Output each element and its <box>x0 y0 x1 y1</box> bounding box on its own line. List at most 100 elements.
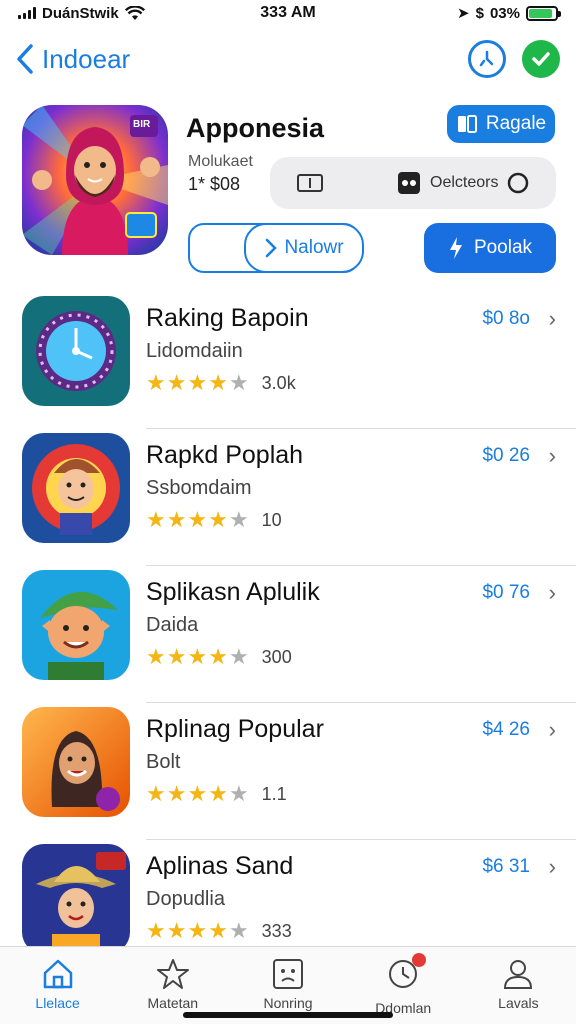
app-subtitle: Bolt <box>146 751 181 773</box>
boy-app-art <box>22 433 130 543</box>
wifi-icon <box>124 5 145 20</box>
star-icon: ★ <box>208 370 228 395</box>
app-icon <box>22 844 130 954</box>
star-icon: ★ <box>208 644 228 669</box>
status-bar: DuánStwik 333 AM ➤ $ 03% <box>0 0 576 26</box>
segment-collectors-label: Oelcteors <box>430 174 499 191</box>
back-button[interactable]: Indoear <box>16 44 130 75</box>
app-list: Raking Bapoin Lidomdaiin ★ ★ ★ ★ ★ 3.0k $0 8o… <box>0 292 576 977</box>
star-icon: ★ <box>146 644 166 669</box>
app-name: Splikasn Aplulik <box>146 578 320 606</box>
star-icon: ★ <box>228 781 249 806</box>
star-icon <box>156 959 189 989</box>
segment-collectors-option[interactable]: Oelcteors <box>396 170 530 196</box>
featured-meta: Molukaet 1* $08 <box>188 151 253 195</box>
dollar-icon: $ <box>475 4 484 22</box>
list-item[interactable]: Rapkd Poplah Ssbomdaim ★ ★ ★ ★ ★ 10 $0 26 › <box>0 429 576 566</box>
star-icon: ★ <box>146 918 166 943</box>
back-label: Indoear <box>42 43 131 74</box>
list-item[interactable]: Raking Bapoin Lidomdaiin ★ ★ ★ ★ ★ 3.0k $0 8o… <box>0 292 576 429</box>
clock-app-art <box>22 296 130 406</box>
rating-count: 10 <box>261 509 282 530</box>
clock-button[interactable] <box>468 40 506 78</box>
home-icon <box>43 959 72 989</box>
screen-icon <box>297 174 323 192</box>
tab-label: Lavals <box>498 995 539 1011</box>
app-price: $6 31 <box>482 856 530 877</box>
rating-stars: ★ ★ ★ ★ ★ 1.1 <box>146 783 287 805</box>
girl-app-art <box>22 707 130 817</box>
tab-home[interactable]: Llelace <box>0 947 115 1024</box>
chevron-right-icon: › <box>548 854 556 879</box>
star-icon: ★ <box>166 918 187 943</box>
star-icon: ★ <box>146 781 166 806</box>
rating-stars: ★ ★ ★ ★ ★ 3.0k <box>146 372 296 394</box>
segment-screen-option[interactable] <box>296 172 324 194</box>
star-icon: ★ <box>187 918 208 943</box>
lightning-icon <box>449 237 462 259</box>
app-icon <box>22 296 130 406</box>
document-icon <box>457 115 477 133</box>
home-indicator <box>183 1012 393 1018</box>
app-price: $4 26 <box>482 719 530 740</box>
featured-title: Apponesia <box>186 113 325 143</box>
app-name: Rapkd Poplah <box>146 441 304 469</box>
star-icon: ★ <box>166 644 187 669</box>
app-name: Aplinas Sand <box>146 852 294 880</box>
star-icon: ★ <box>146 507 166 532</box>
navigation-bar: Indoear <box>0 36 576 82</box>
app-subtitle: Daida <box>146 614 199 636</box>
list-item[interactable]: Splikasn Aplulik Daida ★ ★ ★ ★ ★ 300 $0 76 › <box>0 566 576 703</box>
featured-top-button[interactable]: Ragale <box>447 105 555 143</box>
star-icon: ★ <box>208 507 228 532</box>
hat-girl-app-art <box>22 844 130 954</box>
featured-app-icon[interactable]: BIR <box>22 105 168 255</box>
featured-app: BIR Apponesia Ragale Molukaet 1* $08 Oel… <box>0 105 576 285</box>
chevron-right-icon: › <box>548 306 556 331</box>
outline-button-frame[interactable]: Nalowr <box>188 223 364 273</box>
outline-button[interactable]: Nalowr <box>244 223 364 273</box>
list-item[interactable]: Rplinag Popular Bolt ★ ★ ★ ★ ★ 1.1 $4 26 › <box>0 703 576 840</box>
tab-label: Nonring <box>263 995 313 1011</box>
status-right: ➤ $ 03% <box>457 4 561 22</box>
app-price: $0 26 <box>482 445 530 466</box>
star-icon: ★ <box>187 370 208 395</box>
star-icon: ★ <box>228 918 249 943</box>
elf-app-art <box>22 570 130 680</box>
battery-percent: 03% <box>489 4 520 22</box>
tab-account[interactable]: Lavals <box>461 947 576 1024</box>
rating-stars: ★ ★ ★ ★ ★ 333 <box>146 920 292 942</box>
chevron-right-icon: › <box>548 580 556 605</box>
app-price: $0 76 <box>482 582 530 603</box>
featured-icon-badge: BIR <box>133 119 151 130</box>
star-icon: ★ <box>187 507 208 532</box>
tab-bar: Llelace Matetan Nonring Ddomlan Lavals <box>0 946 576 1024</box>
star-icon: ★ <box>187 781 208 806</box>
primary-button-label: Poolak <box>473 237 533 258</box>
status-left: DuánStwik <box>18 5 145 22</box>
rating-count: 300 <box>261 646 292 667</box>
rating-count: 333 <box>261 920 292 941</box>
tab-label: Matetan <box>147 995 199 1011</box>
primary-button[interactable]: Poolak <box>424 223 556 273</box>
featured-top-button-label: Ragale <box>485 113 547 134</box>
star-icon: ★ <box>208 918 228 943</box>
outline-button-label: Nalowr <box>284 237 344 258</box>
star-icon: ★ <box>208 781 228 806</box>
star-icon: ★ <box>166 781 187 806</box>
star-icon: ★ <box>228 507 249 532</box>
tab-label: Llelace <box>35 995 80 1011</box>
star-icon: ★ <box>187 644 208 669</box>
carrier-label: DuánStwik <box>42 4 119 22</box>
checkmark-icon <box>532 52 550 66</box>
location-icon: ➤ <box>457 5 470 22</box>
chevron-left-icon <box>17 44 33 74</box>
app-icon <box>22 433 130 543</box>
confirm-button[interactable] <box>522 40 560 78</box>
app-price: $0 8o <box>482 308 530 329</box>
app-subtitle: Ssbomdaim <box>146 477 252 499</box>
featured-action-row: Nalowr Poolak <box>188 223 556 275</box>
star-icon: ★ <box>228 644 249 669</box>
star-icon: ★ <box>166 507 187 532</box>
nav-actions <box>468 40 560 78</box>
